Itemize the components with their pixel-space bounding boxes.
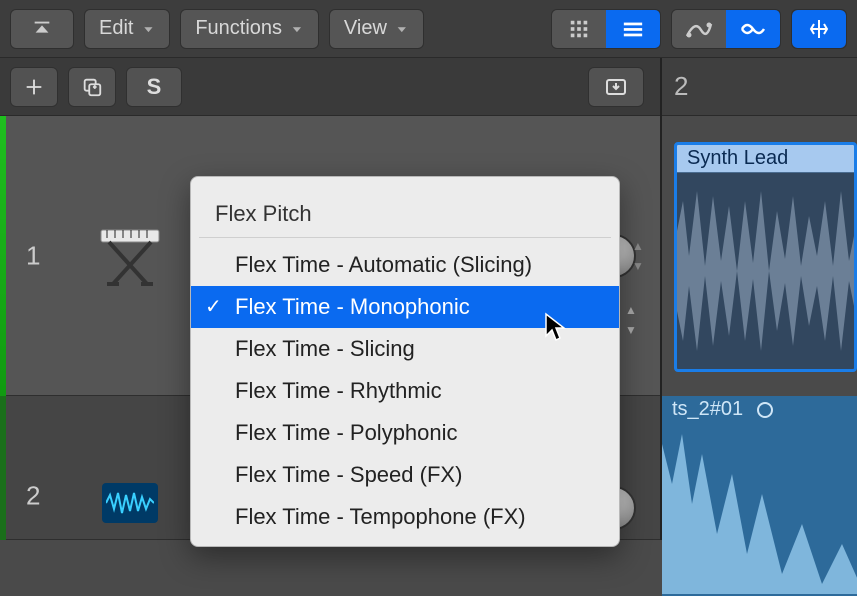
flex-popup-header[interactable]: Flex Pitch (191, 185, 619, 237)
flex-option-rhythmic[interactable]: Flex Time - Rhythmic (191, 370, 619, 412)
chevron-up-icon: ▲ (632, 239, 652, 253)
chevron-down-icon: ▼ (290, 24, 304, 34)
flex-option-automatic[interactable]: Flex Time - Automatic (Slicing) (191, 244, 619, 286)
divider (199, 237, 611, 238)
solo-button[interactable]: S (126, 67, 182, 107)
loop-indicator-icon (757, 402, 773, 418)
view-mode-segmented (551, 9, 661, 49)
region-name: ts_2#01 (672, 398, 743, 421)
flex-option-tempophone[interactable]: Flex Time - Tempophone (FX) (191, 496, 619, 538)
automation-curve-button[interactable] (672, 10, 726, 48)
audio-wave-icon (94, 467, 166, 539)
waveform-icon (662, 424, 857, 594)
flex-button[interactable] (726, 10, 780, 48)
region-name: Synth Lead (677, 145, 854, 173)
catch-tray-button[interactable] (588, 67, 644, 107)
audio-region[interactable]: Synth Lead (674, 142, 857, 372)
catch-segmented (791, 9, 847, 49)
view-menu-label: View (344, 17, 387, 40)
chevron-down-icon: ▼ (395, 24, 409, 34)
flex-mode-popup: Flex Pitch Flex Time - Automatic (Slicin… (190, 176, 620, 547)
audio-region[interactable]: ts_2#01 (662, 396, 857, 596)
flex-mode-stepper[interactable]: ▲ ▼ (632, 239, 652, 273)
chevron-down-icon: ▼ (632, 259, 652, 273)
chevron-up-icon: ▲ (625, 303, 647, 317)
timeline-area[interactable]: Synth Lead ts_2#01 (662, 116, 857, 540)
track-header-bar: S (0, 58, 660, 116)
chevron-down-icon: ▼ (141, 24, 155, 34)
keyboard-stand-icon (94, 220, 166, 292)
functions-menu[interactable]: Functions ▼ (180, 9, 319, 49)
duplicate-track-button[interactable] (68, 67, 116, 107)
functions-menu-label: Functions (195, 17, 282, 40)
add-track-button[interactable] (10, 67, 58, 107)
flex-segmented (671, 9, 781, 49)
ruler-bar-number: 2 (674, 71, 688, 102)
view-menu[interactable]: View ▼ (329, 9, 424, 49)
track-number: 2 (26, 481, 40, 512)
collapse-up-button[interactable] (10, 9, 74, 49)
edit-menu-label: Edit (99, 17, 133, 40)
timeline-ruler[interactable]: 2 (660, 58, 857, 116)
track-number: 1 (26, 240, 40, 271)
grid-view-button[interactable] (552, 10, 606, 48)
waveform-icon (677, 171, 857, 371)
flex-option-polyphonic[interactable]: Flex Time - Polyphonic (191, 412, 619, 454)
catch-playhead-button[interactable] (792, 10, 846, 48)
list-view-button[interactable] (606, 10, 660, 48)
edit-menu[interactable]: Edit ▼ (84, 9, 170, 49)
main-toolbar: Edit ▼ Functions ▼ View ▼ (0, 0, 857, 58)
solo-label: S (147, 74, 162, 100)
flex-option-speed[interactable]: Flex Time - Speed (FX) (191, 454, 619, 496)
flex-mode-stepper[interactable]: ▲ ▼ (625, 303, 647, 337)
mouse-cursor-icon (544, 312, 568, 347)
chevron-down-icon: ▼ (625, 323, 647, 337)
